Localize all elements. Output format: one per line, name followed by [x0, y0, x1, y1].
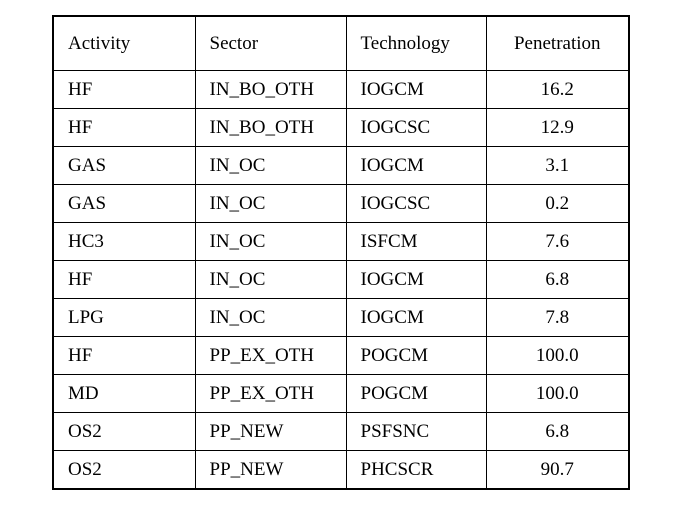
cell-sector: PP_EX_OTH — [194, 336, 347, 375]
table-row: LPG IN_OC IOGCM 7.8 — [52, 298, 630, 337]
cell-penetration: 90.7 — [485, 450, 630, 490]
cell-penetration: 12.9 — [485, 108, 630, 147]
cell-activity: MD — [52, 374, 196, 413]
table-row: HF PP_EX_OTH POGCM 100.0 — [52, 336, 630, 375]
cell-penetration: 0.2 — [485, 184, 630, 223]
column-header-activity: Activity — [52, 15, 196, 71]
cell-technology: POGCM — [345, 336, 487, 375]
table-row: HF IN_BO_OTH IOGCSC 12.9 — [52, 108, 630, 147]
column-header-penetration: Penetration — [485, 15, 630, 71]
cell-activity: HF — [52, 260, 196, 299]
cell-penetration: 16.2 — [485, 70, 630, 109]
cell-sector: PP_NEW — [194, 450, 347, 490]
cell-sector: IN_BO_OTH — [194, 70, 347, 109]
table-row: GAS IN_OC IOGCM 3.1 — [52, 146, 630, 185]
column-header-sector: Sector — [194, 15, 347, 71]
table-row: OS2 PP_NEW PHCSCR 90.7 — [52, 450, 630, 490]
table-header-row: Activity Sector Technology Penetration — [52, 15, 630, 71]
table-row: HC3 IN_OC ISFCM 7.6 — [52, 222, 630, 261]
cell-technology: ISFCM — [345, 222, 487, 261]
cell-activity: HF — [52, 70, 196, 109]
cell-penetration: 6.8 — [485, 260, 630, 299]
cell-penetration: 7.8 — [485, 298, 630, 337]
table-row: OS2 PP_NEW PSFSNC 6.8 — [52, 412, 630, 451]
cell-activity: OS2 — [52, 450, 196, 490]
cell-penetration: 100.0 — [485, 336, 630, 375]
table-row: MD PP_EX_OTH POGCM 100.0 — [52, 374, 630, 413]
cell-technology: IOGCSC — [345, 108, 487, 147]
cell-sector: IN_OC — [194, 260, 347, 299]
cell-activity: GAS — [52, 184, 196, 223]
cell-sector: IN_OC — [194, 298, 347, 337]
cell-sector: PP_NEW — [194, 412, 347, 451]
cell-technology: PSFSNC — [345, 412, 487, 451]
cell-technology: POGCM — [345, 374, 487, 413]
cell-activity: GAS — [52, 146, 196, 185]
cell-technology: IOGCM — [345, 146, 487, 185]
cell-technology: PHCSCR — [345, 450, 487, 490]
cell-sector: IN_BO_OTH — [194, 108, 347, 147]
cell-penetration: 7.6 — [485, 222, 630, 261]
cell-technology: IOGCM — [345, 298, 487, 337]
cell-activity: HC3 — [52, 222, 196, 261]
cell-technology: IOGCM — [345, 70, 487, 109]
cell-penetration: 100.0 — [485, 374, 630, 413]
cell-technology: IOGCM — [345, 260, 487, 299]
cell-activity: HF — [52, 336, 196, 375]
cell-sector: IN_OC — [194, 146, 347, 185]
cell-penetration: 3.1 — [485, 146, 630, 185]
cell-activity: HF — [52, 108, 196, 147]
table-row: HF IN_OC IOGCM 6.8 — [52, 260, 630, 299]
column-header-technology: Technology — [345, 15, 487, 71]
table-body: HF IN_BO_OTH IOGCM 16.2 HF IN_BO_OTH IOGCSC 12.… — [52, 70, 630, 490]
cell-technology: IOGCSC — [345, 184, 487, 223]
cell-sector: IN_OC — [194, 222, 347, 261]
penetration-data-table: Activity Sector Technology Penetration H… — [52, 15, 630, 490]
cell-penetration: 6.8 — [485, 412, 630, 451]
cell-activity: LPG — [52, 298, 196, 337]
cell-sector: PP_EX_OTH — [194, 374, 347, 413]
table-header: Activity Sector Technology Penetration — [52, 15, 630, 71]
page-canvas: Activity Sector Technology Penetration H… — [0, 0, 690, 525]
cell-activity: OS2 — [52, 412, 196, 451]
table-row: HF IN_BO_OTH IOGCM 16.2 — [52, 70, 630, 109]
cell-sector: IN_OC — [194, 184, 347, 223]
table-row: GAS IN_OC IOGCSC 0.2 — [52, 184, 630, 223]
